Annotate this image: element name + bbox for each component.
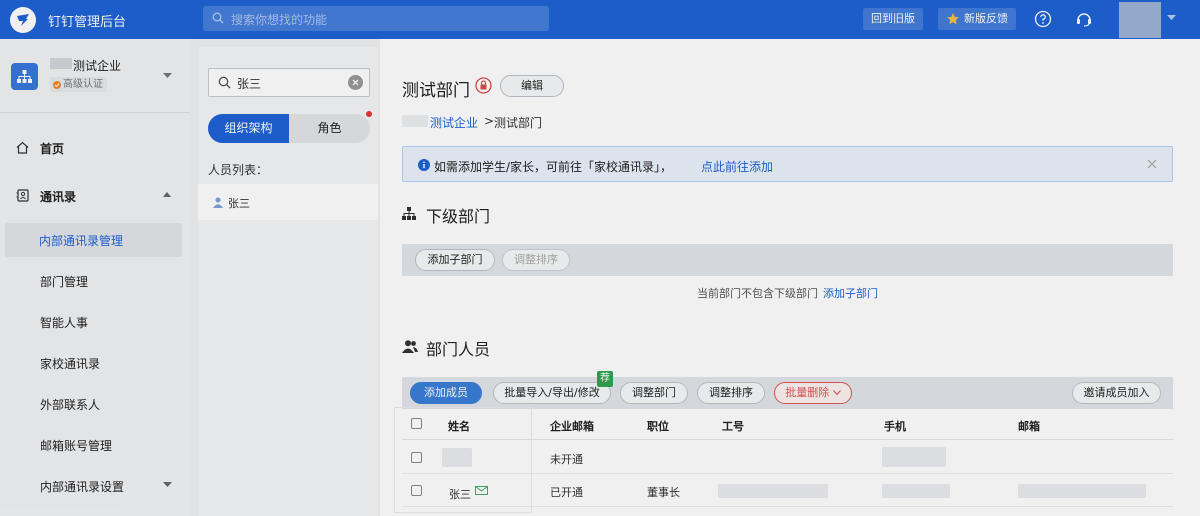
- add-member-button[interactable]: 添加成员: [410, 382, 482, 404]
- breadcrumb-current: 测试部门: [494, 116, 543, 130]
- edit-dept-button[interactable]: 编辑: [500, 75, 564, 97]
- col-position: 职位: [647, 420, 669, 433]
- enterprise-name: 测试企业: [73, 59, 122, 73]
- certification-badge: 高级认证: [50, 77, 107, 92]
- search-placeholder: 搜索你想找的功能: [231, 13, 328, 27]
- name-column-highlight: [395, 408, 531, 512]
- sidebar-item-contacts[interactable]: 通讯录: [0, 181, 190, 211]
- help-icon[interactable]: [1034, 10, 1052, 28]
- members-toolbar: 添加成员 批量导入/导出/修改 调整部门 调整排序 批量删除 邀请成员加入: [402, 377, 1173, 409]
- sidebar-item-home[interactable]: 首页: [0, 133, 190, 163]
- enterprise-switcher[interactable]: 测试企业 高级认证: [0, 39, 190, 113]
- lock-icon[interactable]: [475, 77, 492, 94]
- home-icon: [16, 141, 29, 154]
- sidebar-item-contacts-settings[interactable]: 内部通讯录设置: [0, 471, 190, 501]
- chevron-up-icon[interactable]: [163, 192, 171, 197]
- star-icon: [947, 13, 959, 25]
- info-icon: [418, 159, 430, 171]
- tab-roles[interactable]: 角色: [289, 114, 370, 143]
- col-employee-id: 工号: [722, 420, 744, 433]
- col-corp-mail: 企业邮箱: [550, 420, 594, 433]
- employee-id-redacted: [718, 484, 828, 498]
- batch-import-export-button[interactable]: 批量导入/导出/修改: [493, 382, 611, 404]
- sidebar-item-external-contacts[interactable]: 外部联系人: [0, 389, 190, 419]
- app-title: 钉钉管理后台: [48, 15, 127, 30]
- new-badge-dot: [366, 111, 372, 117]
- sort-members-button[interactable]: 调整排序: [697, 382, 765, 404]
- person-icon: [213, 197, 223, 208]
- chevron-down-icon[interactable]: [1167, 15, 1176, 21]
- sidebar-item-smart-hr[interactable]: 智能人事: [0, 307, 190, 337]
- users-icon: [402, 340, 418, 353]
- email-redacted: [1018, 484, 1146, 498]
- corp-mail-status: 未开通: [550, 453, 583, 466]
- back-to-old-button[interactable]: 回到旧版: [863, 8, 923, 30]
- col-phone: 手机: [884, 420, 906, 433]
- batch-delete-button[interactable]: 批量删除: [774, 382, 852, 404]
- sidebar-item-dept-manage[interactable]: 部门管理: [0, 266, 190, 296]
- address-book-icon: [16, 189, 29, 202]
- person-result-item[interactable]: 张三: [198, 184, 378, 220]
- corp-mail-status: 已开通: [550, 486, 583, 499]
- adjust-dept-button[interactable]: 调整部门: [620, 382, 688, 404]
- clear-search-icon[interactable]: [348, 75, 363, 90]
- sub-dept-toolbar: 添加子部门 调整排序: [402, 244, 1173, 276]
- people-list-label: 人员列表：: [208, 163, 269, 177]
- add-sub-dept-button[interactable]: 添加子部门: [415, 249, 495, 271]
- user-avatar[interactable]: [1119, 2, 1161, 38]
- sidebar: 测试企业 高级认证 首页 通讯录 内部通讯录管理 部门管理 智能人事 家校通讯录…: [0, 39, 190, 516]
- sidebar-item-school-contacts[interactable]: 家校通讯录: [0, 348, 190, 378]
- org-chart-icon: [402, 207, 416, 220]
- feedback-button[interactable]: 新版反馈: [938, 8, 1016, 30]
- feedback-label: 新版反馈: [964, 12, 1008, 25]
- recommend-badge: 荐: [597, 371, 613, 387]
- search-icon: [218, 76, 231, 89]
- view-switch: 组织架构 角色: [208, 114, 370, 143]
- sidebar-item-mail-accounts[interactable]: 邮箱账号管理: [0, 430, 190, 460]
- chevron-down-icon: [832, 390, 841, 396]
- sort-sub-dept-button[interactable]: 调整排序: [502, 249, 570, 271]
- invite-member-button[interactable]: 邀请成员加入: [1072, 382, 1161, 404]
- close-icon[interactable]: [1147, 159, 1157, 169]
- function-search-input[interactable]: 搜索你想找的功能: [203, 6, 549, 31]
- phone-redacted: [882, 484, 950, 498]
- chevron-down-icon[interactable]: [163, 73, 172, 79]
- member-search-value: 张三: [237, 77, 262, 91]
- col-email: 邮箱: [1018, 420, 1040, 433]
- notice-text: 如需添加学生/家长，可前往「家校通讯录」，: [434, 160, 673, 174]
- member-position: 董事长: [647, 486, 680, 499]
- member-search-input[interactable]: 张三: [208, 68, 370, 97]
- tab-org-structure[interactable]: 组织架构: [208, 114, 289, 143]
- org-tree-panel: 张三 组织架构 角色 人员列表： 张三: [198, 47, 378, 516]
- add-sub-dept-link[interactable]: 添加子部门: [823, 285, 878, 301]
- breadcrumb-separator: >: [484, 114, 495, 128]
- enterprise-name-redacted: [50, 58, 72, 69]
- page-title: 测试部门: [402, 81, 470, 101]
- chevron-down-icon[interactable]: [163, 482, 172, 488]
- dingtalk-logo-icon[interactable]: [10, 7, 36, 33]
- breadcrumb-redacted: [402, 115, 428, 127]
- phone-redacted: [882, 447, 946, 467]
- certified-icon: [53, 80, 61, 89]
- search-icon: [212, 12, 224, 24]
- org-chart-icon: [11, 63, 38, 90]
- notice-link[interactable]: 点此前往添加: [701, 158, 773, 175]
- sidebar-item-internal-contacts[interactable]: 内部通讯录管理: [5, 223, 182, 257]
- customer-service-icon[interactable]: [1075, 10, 1093, 28]
- breadcrumb-root[interactable]: 测试企业: [430, 114, 478, 131]
- info-notice: 如需添加学生/家长，可前往「家校通讯录」， 点此前往添加: [402, 146, 1173, 182]
- empty-sub-dept-tip: 当前部门不包含下级部门: [697, 287, 818, 300]
- top-bar: 钉钉管理后台 搜索你想找的功能 回到旧版 新版反馈: [0, 0, 1200, 39]
